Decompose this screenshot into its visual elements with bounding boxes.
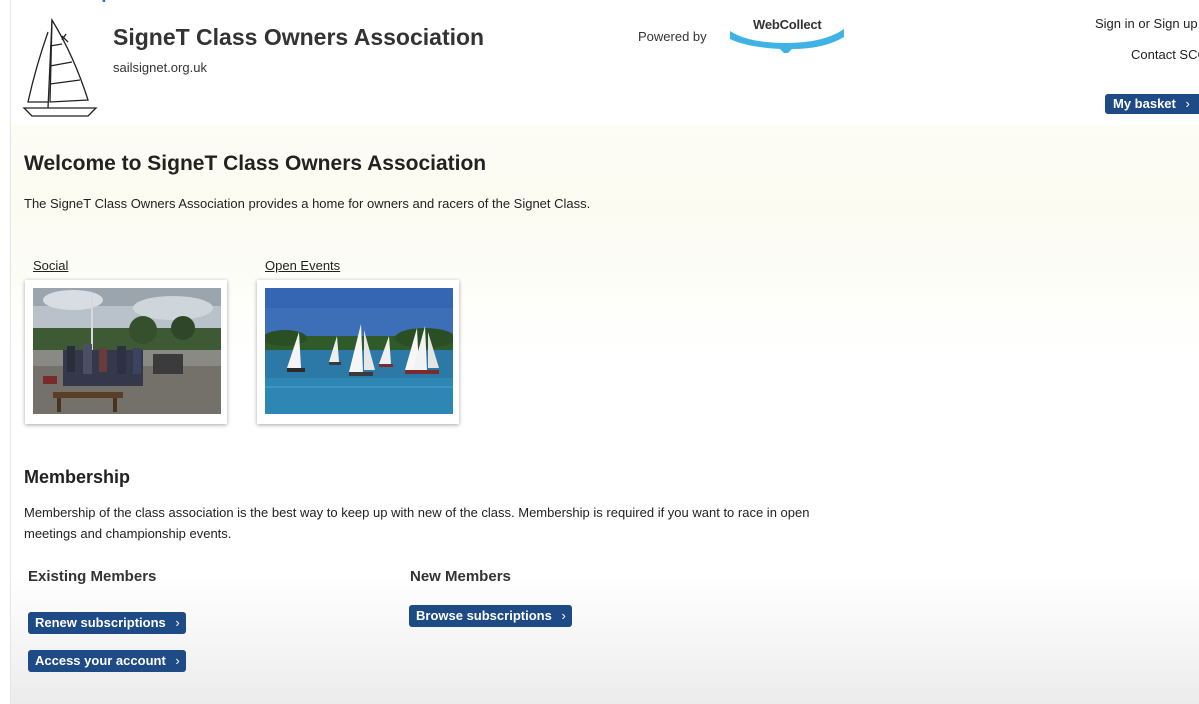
tile-link-social[interactable]: Social <box>33 258 68 273</box>
top-cut-off-text: ᐧ <box>0 0 1199 6</box>
membership-heading: Membership <box>24 467 131 487</box>
chevron-right-icon: › <box>561 608 566 623</box>
chevron-right-icon: › <box>1185 96 1190 111</box>
tile-open-events[interactable] <box>257 280 459 424</box>
tile-social[interactable] <box>25 280 227 424</box>
webcollect-logo-text: WebCollect <box>753 17 822 32</box>
my-basket-button[interactable]: My basket › <box>1105 94 1199 114</box>
contact-link[interactable]: Contact SCOA <box>1131 47 1199 62</box>
new-members-heading: New Members <box>410 568 511 585</box>
existing-members-heading: Existing Members <box>28 568 157 585</box>
browse-subscriptions-button[interactable]: Browse subscriptions › <box>409 605 572 627</box>
access-account-button[interactable]: Access your account › <box>28 650 186 672</box>
chevron-right-icon: › <box>175 653 180 668</box>
intro-text: The SigneT Class Owners Association prov… <box>24 196 591 211</box>
renew-subscriptions-button[interactable]: Renew subscriptions › <box>28 612 186 634</box>
access-account-label: Access your account <box>35 653 166 668</box>
org-name: SigneT Class Owners Association <box>113 24 485 50</box>
my-basket-label: My basket <box>1113 96 1176 111</box>
powered-by-label: Powered by <box>638 29 707 44</box>
renew-subscriptions-label: Renew subscriptions <box>35 615 166 630</box>
org-url: sailsignet.org.uk <box>113 60 207 75</box>
tile-link-open-events[interactable]: Open Events <box>265 258 340 273</box>
chevron-right-icon: › <box>175 615 180 630</box>
social-photo <box>33 288 221 414</box>
browse-subscriptions-label: Browse subscriptions <box>416 608 552 623</box>
membership-text: Membership of the class association is t… <box>24 505 810 541</box>
signet-sailboat-logo[interactable] <box>22 16 100 118</box>
page-title: Welcome to SigneT Class Owners Associati… <box>24 152 487 175</box>
open-events-photo <box>265 288 453 414</box>
signin-link[interactable]: Sign in or Sign up <box>1095 16 1198 31</box>
